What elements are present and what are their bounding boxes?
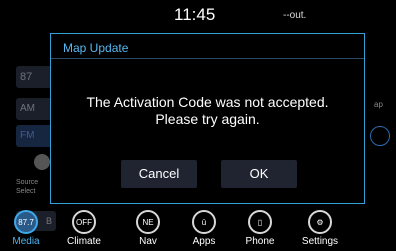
outside-temperature: --out. [283,10,307,21]
nav-item-apps[interactable]: ū Apps [178,206,230,251]
clock: 11:45 [174,5,216,24]
nav-label-apps: Apps [192,236,216,247]
dialog-divider [51,58,364,59]
nav-item-climate[interactable]: OFF Climate [58,206,110,251]
ok-button[interactable]: OK [221,160,297,188]
apps-icon: ū [192,210,216,234]
dialog-message-line2: Please try again. [155,111,260,127]
nav-label-climate: Climate [67,236,101,247]
dialog-title: Map Update [63,41,129,55]
nav-item-nav[interactable]: NE Nav [122,206,174,251]
dialog-message-line1: The Activation Code was not accepted. [86,94,329,110]
dialog-message: The Activation Code was not accepted. Pl… [51,94,364,128]
map-label: ap [374,100,383,109]
phone-icon: ▯ [248,210,272,234]
radio-icon: 87.7 [14,210,38,234]
nav-item-phone[interactable]: ▯ Phone [234,206,286,251]
compass-icon: NE [136,210,160,234]
nav-label-nav: Nav [139,236,157,247]
climate-icon: OFF [72,210,96,234]
map-update-dialog: Map Update The Activation Code was not a… [50,33,365,204]
source-icon [34,154,50,170]
source-select-label: Source Select [16,179,39,195]
status-bar: 11:45 --out. [0,0,396,28]
bottom-nav-bar: 87.7 Media OFF Climate NE Nav ū Apps ▯ P… [0,206,396,251]
cancel-button[interactable]: Cancel [121,160,197,188]
gear-icon: ⚙ [308,210,332,234]
nav-label-phone: Phone [245,236,275,247]
nav-label-settings: Settings [301,236,339,247]
background-right-button [370,126,390,146]
nav-item-settings[interactable]: ⚙ Settings [294,206,346,251]
nav-item-media[interactable]: 87.7 Media [0,206,52,251]
nav-label-media: Media [12,236,40,247]
